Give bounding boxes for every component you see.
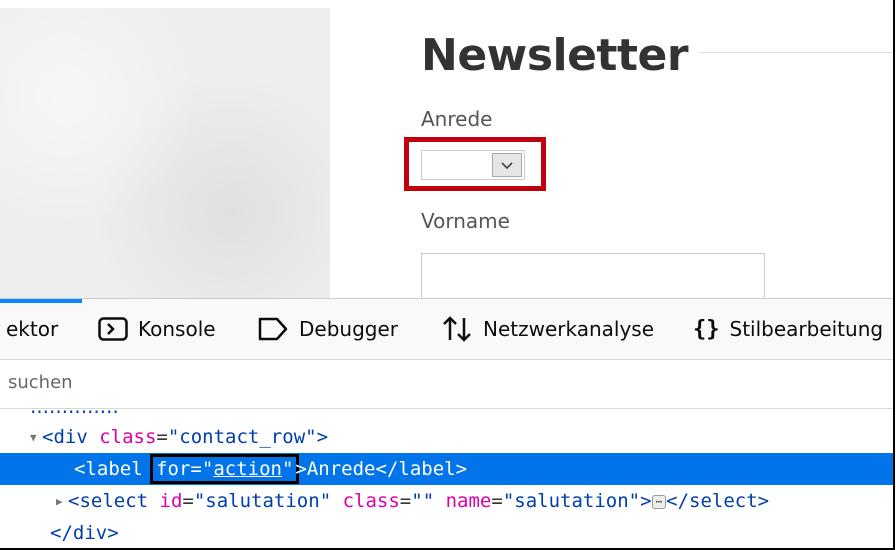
web-page: Newsletter Anrede Vorname	[0, 0, 893, 313]
attr-value: ""	[411, 490, 435, 512]
tab-network[interactable]: Netzwerkanalyse	[441, 299, 654, 359]
network-arrows-icon	[441, 315, 473, 343]
attr-value: "salutation"	[193, 490, 332, 512]
expand-twisty-icon[interactable]: ▶	[56, 486, 68, 518]
attr-name: class	[342, 490, 400, 512]
salutation-select[interactable]	[421, 150, 525, 180]
tag-name: <select	[68, 490, 160, 512]
tab-label: Netzwerkanalyse	[483, 317, 655, 341]
tag-close: >	[316, 426, 329, 448]
devtools-panel: ektor Konsole Debugger Netzwerkanalyse {…	[0, 298, 893, 548]
chevron-down-icon[interactable]	[492, 153, 522, 177]
tab-label: Konsole	[138, 317, 216, 341]
browser-window: Newsletter Anrede Vorname ektor Konsole	[0, 0, 895, 550]
collapsed-ellipsis[interactable]: ⋯	[651, 494, 667, 509]
tag-close: </div>	[50, 522, 119, 544]
attr-name: class	[99, 426, 157, 448]
label-text: Anrede	[306, 458, 376, 480]
expand-twisty-icon[interactable]: ▼	[30, 422, 42, 454]
page-title: Newsletter	[421, 30, 689, 81]
vorname-label: Vorname	[421, 209, 510, 233]
markup-line-selected[interactable]: <label for="action" >Anrede</label>	[0, 453, 893, 485]
attr-name: for	[156, 458, 191, 480]
tab-label: Debugger	[299, 317, 398, 341]
tab-console[interactable]: Konsole	[98, 299, 216, 359]
attr-value: "contact_row"	[167, 426, 317, 448]
attr-quote: "	[281, 458, 294, 480]
tag-close: </label>	[375, 458, 468, 480]
braces-icon: {}	[693, 316, 720, 342]
markup-view: ‥‥‥‥‥‥‥ ▼ <div class="contact_row"> <labe…	[0, 396, 893, 548]
side-image	[0, 8, 330, 300]
tab-style-editor[interactable]: {} Stilbearbeitung	[693, 299, 883, 359]
attr-value: action	[213, 458, 282, 480]
debugger-icon	[257, 317, 289, 341]
markup-line[interactable]: ▼ <div class="contact_row">	[0, 421, 893, 453]
tab-label: ektor	[6, 317, 59, 341]
attr-eq: =	[190, 458, 202, 480]
title-divider	[700, 52, 893, 53]
markup-line[interactable]: ▶ <select id="salutation" class="" name="…	[0, 485, 893, 517]
attr-value: "salutation"	[502, 490, 641, 512]
tab-label: Stilbearbeitung	[729, 317, 884, 341]
tag-close: </select>	[666, 490, 770, 512]
markup-line[interactable]: </div>	[0, 517, 893, 548]
attr-name: id	[159, 490, 183, 512]
tag-name: <label	[74, 458, 155, 480]
console-icon	[98, 317, 128, 341]
tab-debugger[interactable]: Debugger	[257, 299, 398, 359]
highlighted-attribute[interactable]: for="action"	[150, 454, 300, 484]
tag-close: >	[640, 490, 652, 512]
search-input[interactable]	[8, 372, 308, 393]
tag-name: <div	[42, 426, 100, 448]
devtools-tabbar: ektor Konsole Debugger Netzwerkanalyse {…	[0, 299, 893, 360]
tab-inspector[interactable]: ektor	[6, 299, 58, 359]
attr-name: name	[445, 490, 492, 512]
anrede-label: Anrede	[421, 107, 493, 131]
tag-close: >	[295, 458, 307, 480]
attr-quote: "	[201, 458, 214, 480]
cut-off-line: ‥‥‥‥‥‥‥	[30, 396, 119, 418]
attr-eq: =	[156, 426, 168, 448]
